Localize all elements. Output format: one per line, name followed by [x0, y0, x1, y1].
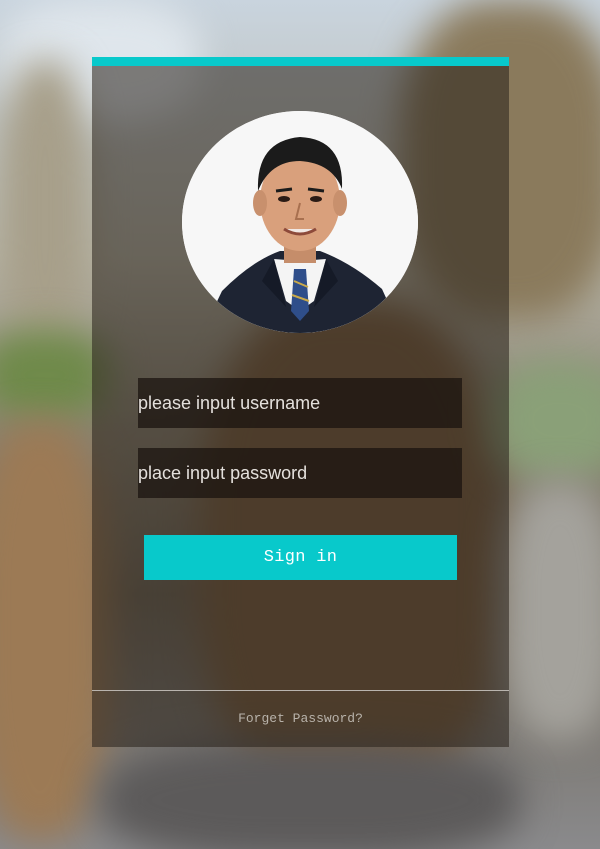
avatar-icon [182, 111, 418, 333]
password-input[interactable] [138, 448, 462, 498]
avatar [182, 111, 418, 333]
footer-divider [92, 690, 509, 691]
sign-in-button[interactable]: Sign in [144, 535, 457, 580]
username-input[interactable] [138, 378, 462, 428]
forget-password-link[interactable]: Forget Password? [92, 711, 509, 726]
card-accent-bar [92, 57, 509, 66]
login-card: Sign in Forget Password? [92, 57, 509, 747]
